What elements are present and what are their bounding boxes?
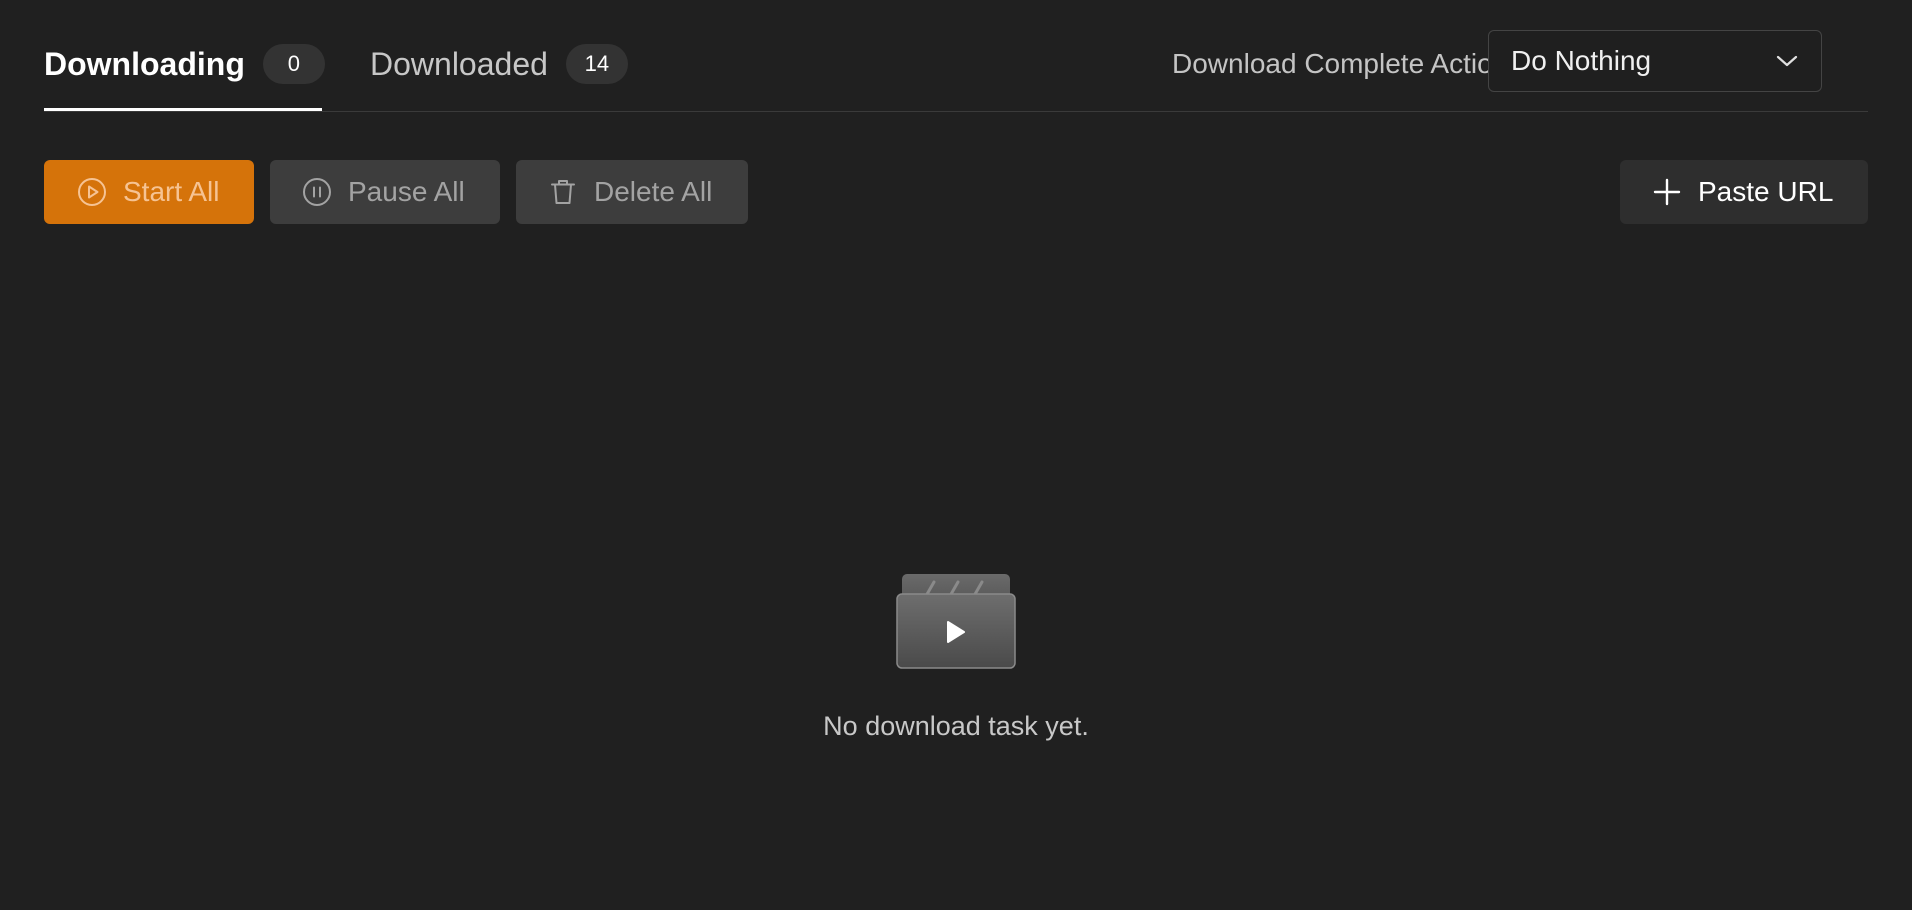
tab-downloaded-label: Downloaded <box>370 46 548 82</box>
pause-all-button[interactable]: Pause All <box>270 160 500 224</box>
complete-action-label: Download Complete Action: <box>1172 48 1516 79</box>
tab-downloaded[interactable]: Downloaded 14 <box>370 42 628 86</box>
tab-downloading[interactable]: Downloading 0 <box>44 42 325 86</box>
start-all-label: Start All <box>123 176 220 207</box>
chevron-down-icon <box>1775 54 1799 68</box>
play-circle-icon <box>77 177 107 207</box>
start-all-button[interactable]: Start All <box>44 160 254 224</box>
empty-state-message: No download task yet. <box>823 711 1089 741</box>
complete-action-value: Do Nothing <box>1511 45 1652 76</box>
video-clapper-icon <box>896 572 1016 670</box>
plus-icon <box>1652 177 1682 207</box>
paste-url-button[interactable]: Paste URL <box>1620 160 1868 224</box>
pause-all-label: Pause All <box>348 176 465 207</box>
downloaded-count-badge: 14 <box>565 44 628 84</box>
downloading-count-badge: 0 <box>262 44 325 84</box>
downloads-page: Downloading 0 Downloaded 14 Download Com… <box>0 0 1912 910</box>
trash-icon <box>548 177 578 207</box>
pause-circle-icon <box>302 177 332 207</box>
delete-all-button[interactable]: Delete All <box>516 160 748 224</box>
paste-url-label: Paste URL <box>1698 176 1834 207</box>
delete-all-label: Delete All <box>594 176 713 207</box>
active-tab-indicator <box>44 108 322 111</box>
complete-action-select[interactable]: Do Nothing <box>1488 30 1822 92</box>
tab-downloading-label: Downloading <box>44 46 245 82</box>
